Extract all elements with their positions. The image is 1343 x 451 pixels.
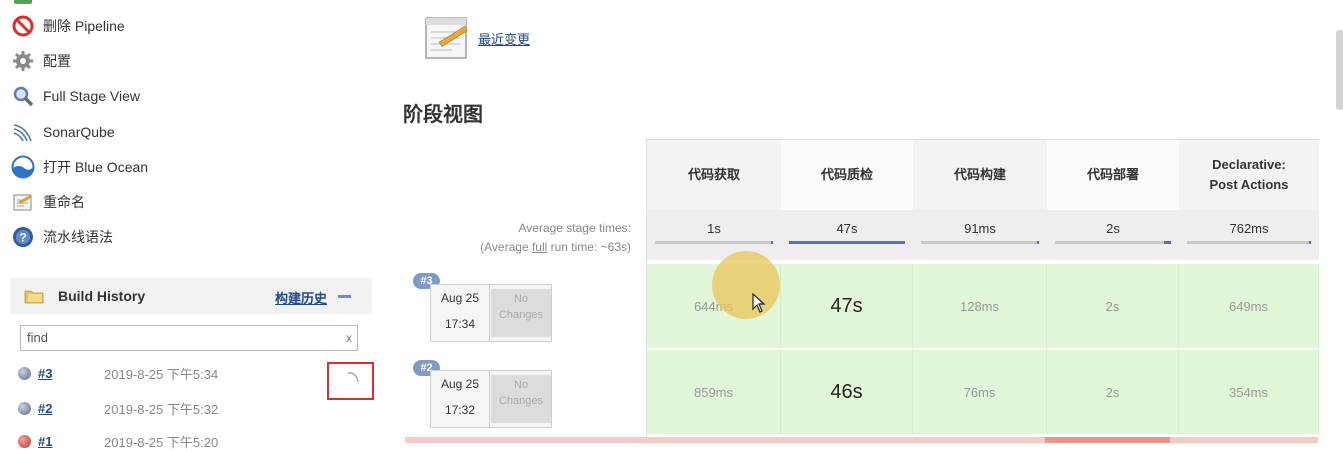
- avg-stage-time: 762ms: [1179, 210, 1319, 260]
- scrollbar[interactable]: [1336, 30, 1343, 110]
- stage-view-title: 阶段视图: [403, 104, 483, 126]
- sidebar-item-sonarqube[interactable]: SonarQube: [11, 119, 115, 145]
- sidebar-item-label: 删除 Pipeline: [43, 18, 125, 34]
- blue-ocean-icon: [11, 155, 35, 179]
- sidebar-item-label: 重命名: [43, 194, 85, 210]
- cursor-highlight: [712, 251, 780, 319]
- avg-stage-time: 1s: [647, 210, 781, 260]
- sidebar-item-full-stage-view[interactable]: Full Stage View: [11, 83, 140, 109]
- build-number-link[interactable]: #3: [38, 366, 98, 381]
- stage-header: 代码构建: [913, 140, 1047, 210]
- stage-header: 代码质检: [781, 140, 913, 210]
- run-time: 17:34: [444, 317, 476, 331]
- notepad-icon: [11, 190, 35, 214]
- build-date: 2019-8-25 下午5:34: [104, 366, 219, 382]
- stage-cell[interactable]: 47s: [781, 264, 913, 348]
- build-row: #2 2019-8-25 下午5:32: [18, 398, 218, 418]
- failed-run-row: [405, 437, 1318, 443]
- build-date: 2019-8-25 下午5:32: [104, 401, 219, 417]
- highlight-box: [327, 362, 374, 400]
- help-icon: ?: [11, 225, 35, 249]
- stage-cell[interactable]: 128ms: [913, 264, 1047, 348]
- recent-changes-icon[interactable]: [422, 12, 474, 67]
- run-info-box: Aug 25 17:32 No Changes: [430, 370, 552, 428]
- stage-cell[interactable]: 46s: [781, 350, 913, 434]
- build-history-header: Build History 构建历史: [10, 278, 372, 314]
- avg-stage-times-label: Average stage times:: [518, 221, 631, 235]
- sonarqube-icon: [11, 120, 35, 144]
- sidebar: 删除 Pipeline 配置 Full Stage View SonarQube…: [0, 0, 385, 450]
- sidebar-item-label: Full Stage View: [43, 88, 141, 104]
- no-entry-icon: [11, 14, 35, 38]
- build-status-ball-icon: [18, 401, 31, 415]
- build-trend-link[interactable]: 构建历史: [275, 288, 327, 307]
- build-row: #1 2019-8-25 下午5:20: [18, 431, 218, 451]
- sidebar-item-open-blue-ocean[interactable]: 打开 Blue Ocean: [11, 154, 148, 180]
- build-status-ball-icon: [18, 366, 31, 380]
- stage-header: Declarative: Post Actions: [1179, 140, 1319, 210]
- build-number-link[interactable]: #2: [38, 401, 98, 416]
- sidebar-item-label: SonarQube: [43, 124, 115, 140]
- sidebar-item-configure[interactable]: 配置: [11, 48, 71, 74]
- stage-cell[interactable]: 859ms: [647, 350, 781, 434]
- average-times-label: Average stage times: (Average full run t…: [480, 219, 631, 257]
- avg-stage-time: 2s: [1047, 210, 1179, 260]
- full-run-link[interactable]: full: [532, 240, 547, 254]
- sidebar-item-pipeline-syntax[interactable]: ? 流水线语法: [11, 224, 113, 250]
- build-search-input[interactable]: [21, 326, 327, 348]
- build-number-link[interactable]: #1: [38, 434, 98, 449]
- svg-text:?: ?: [19, 231, 26, 245]
- sidebar-item-label: 流水线语法: [43, 229, 113, 245]
- magnifier-icon: [11, 84, 35, 108]
- clear-search-icon[interactable]: x: [346, 331, 352, 345]
- stage-cell[interactable]: 2s: [1047, 264, 1179, 348]
- avg-full-run-label: (Average full run time: ~63s): [480, 240, 631, 254]
- recent-changes-link[interactable]: 最近变更: [478, 29, 530, 48]
- run-date: Aug 25: [440, 377, 480, 391]
- build-status-ball-icon: [18, 434, 31, 448]
- stage-header: 代码获取: [647, 140, 781, 210]
- sidebar-item-delete-pipeline[interactable]: 删除 Pipeline: [11, 13, 125, 39]
- sidebar-item-rename[interactable]: 重命名: [11, 189, 85, 215]
- console-spinner-icon[interactable]: [347, 370, 361, 391]
- gear-icon: [11, 49, 35, 73]
- collapse-minus-icon[interactable]: [338, 295, 351, 298]
- avg-stage-time: 47s: [781, 210, 913, 260]
- build-date: 2019-8-25 下午5:20: [104, 434, 219, 450]
- run-date: Aug 25: [440, 291, 480, 305]
- build-history-title: Build History: [58, 288, 146, 304]
- build-row: #3 2019-8-25 下午5:34: [18, 363, 218, 383]
- run-changes: No Changes: [491, 289, 551, 337]
- stage-cell[interactable]: 354ms: [1179, 350, 1319, 434]
- stage-header: 代码部署: [1047, 140, 1179, 210]
- avg-stage-time: 91ms: [913, 210, 1047, 260]
- stage-cell[interactable]: 649ms: [1179, 264, 1319, 348]
- stage-cell[interactable]: 2s: [1047, 350, 1179, 434]
- sidebar-item-label: 配置: [43, 53, 71, 69]
- stage-cell[interactable]: 76ms: [913, 350, 1047, 434]
- mouse-cursor-icon: [752, 292, 766, 318]
- clipped-icon: [14, 0, 32, 4]
- folder-icon: [24, 288, 44, 309]
- run-changes: No Changes: [491, 375, 551, 423]
- sidebar-item-label: 打开 Blue Ocean: [43, 159, 149, 175]
- run-info-box: Aug 25 17:34 No Changes: [430, 284, 552, 342]
- run-time: 17:32: [444, 403, 476, 417]
- build-search-box: x: [20, 325, 358, 351]
